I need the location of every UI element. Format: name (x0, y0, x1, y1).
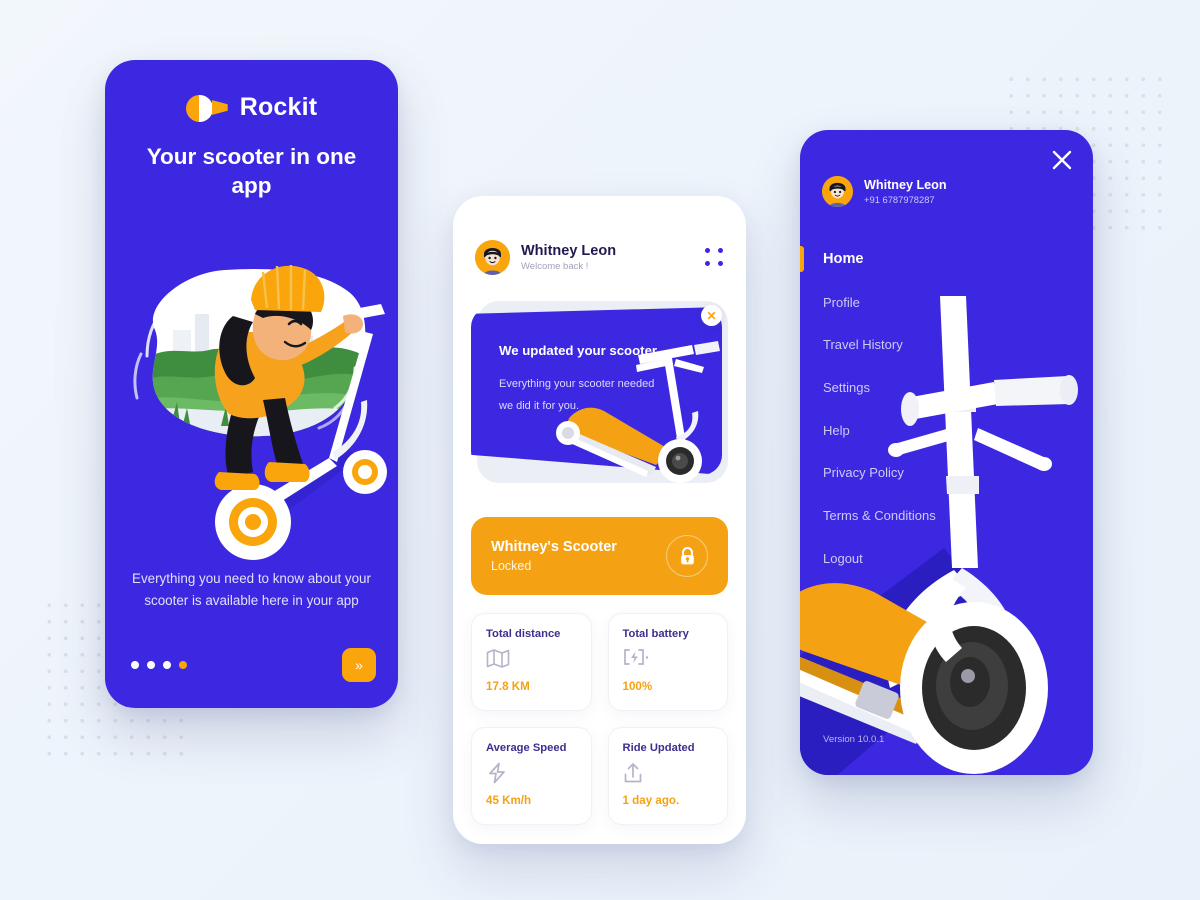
menu-item-terms-conditions[interactable]: Terms & Conditions (800, 494, 1093, 537)
pagination-dot[interactable] (131, 661, 139, 669)
user-name: Whitney Leon (521, 243, 617, 259)
battery-charging-icon (623, 648, 714, 672)
user-greeting: Welcome back ! (521, 261, 589, 272)
pagination-dot[interactable] (163, 661, 171, 669)
brand-name: Rockit (239, 93, 318, 121)
app-version-label: Version 10.0.1 (823, 734, 885, 745)
stat-label: Total distance (486, 628, 561, 640)
drawer-user-info: Whitney Leon +91 6787978287 (864, 178, 947, 205)
pagination-dot[interactable] (147, 661, 155, 669)
menu-item-logout[interactable]: Logout (800, 537, 1093, 580)
woman-riding-scooter-illustration (133, 265, 387, 560)
dashboard-header: Whitney Leon Welcome back ! (453, 196, 746, 275)
electric-scooter-illustration (556, 341, 720, 483)
drawer-menu-screen: Whitney Leon +91 6787978287 Home Profile… (800, 130, 1093, 775)
promo-close-icon[interactable]: ✕ (701, 305, 722, 326)
menu-item-settings[interactable]: Settings (800, 366, 1093, 409)
pagination-dot-active[interactable] (179, 661, 187, 669)
menu-item-privacy-policy[interactable]: Privacy Policy (800, 451, 1093, 494)
stat-label: Average Speed (486, 742, 567, 754)
scooter-status-card[interactable]: Whitney's Scooter Locked (471, 517, 728, 595)
next-button[interactable]: » (342, 648, 376, 682)
stats-grid: Total distance 17.8 KM Total battery 100… (471, 613, 728, 825)
drawer-user-profile[interactable]: Whitney Leon +91 6787978287 (822, 176, 947, 207)
stat-card-ride-updated[interactable]: Ride Updated 1 day ago. (607, 727, 728, 825)
scooter-lock-state: Locked (491, 559, 532, 573)
scooter-name: Whitney's Scooter (491, 539, 617, 555)
onboarding-footer: » (131, 648, 376, 682)
close-icon[interactable] (1051, 149, 1073, 171)
grid-menu-icon[interactable] (705, 248, 724, 267)
onboarding-screen: Rockit Your scooter in one app Everythin… (105, 60, 398, 708)
rockit-logo-icon (185, 94, 228, 122)
drawer-nav-list: Home Profile Travel History Settings Hel… (800, 238, 1093, 580)
onboarding-subcopy: Everything you need to know about your s… (132, 571, 371, 608)
stat-card-total-battery[interactable]: Total battery 100% (607, 613, 728, 711)
avatar[interactable] (475, 240, 510, 275)
stat-label: Total battery (622, 628, 689, 640)
stat-card-average-speed[interactable]: Average Speed 45 Km/h (471, 727, 592, 825)
stat-value: 1 day ago. (622, 794, 680, 807)
avatar (822, 176, 853, 207)
upload-icon (623, 762, 714, 786)
menu-item-travel-history[interactable]: Travel History (800, 323, 1093, 366)
menu-item-profile[interactable]: Profile (800, 281, 1093, 324)
lightning-bolt-icon (486, 762, 577, 786)
stat-value: 100% (622, 680, 653, 693)
brand-header: Rockit (105, 93, 398, 122)
user-name: Whitney Leon (864, 178, 947, 192)
menu-item-help[interactable]: Help (800, 409, 1093, 452)
menu-item-home[interactable]: Home (800, 238, 1093, 281)
promo-card: We updated your scooter Everything your … (471, 301, 728, 501)
lock-icon (680, 546, 694, 564)
user-info: Whitney Leon Welcome back ! (521, 243, 694, 272)
scooter-status-texts: Whitney's Scooter Locked (491, 539, 666, 573)
lock-button[interactable] (666, 535, 708, 577)
dashboard-screen: Whitney Leon Welcome back ! We updated y… (453, 196, 746, 844)
stat-value: 17.8 KM (486, 680, 530, 693)
onboarding-headline: Your scooter in one app (146, 144, 357, 198)
stat-label: Ride Updated (622, 742, 695, 754)
stat-value: 45 Km/h (486, 794, 532, 807)
pagination-dots[interactable] (131, 661, 187, 669)
map-icon (486, 648, 577, 672)
stat-card-total-distance[interactable]: Total distance 17.8 KM (471, 613, 592, 711)
user-phone: +91 6787978287 (864, 194, 935, 205)
app-showcase-canvas: Rockit Your scooter in one app Everythin… (0, 0, 1200, 900)
